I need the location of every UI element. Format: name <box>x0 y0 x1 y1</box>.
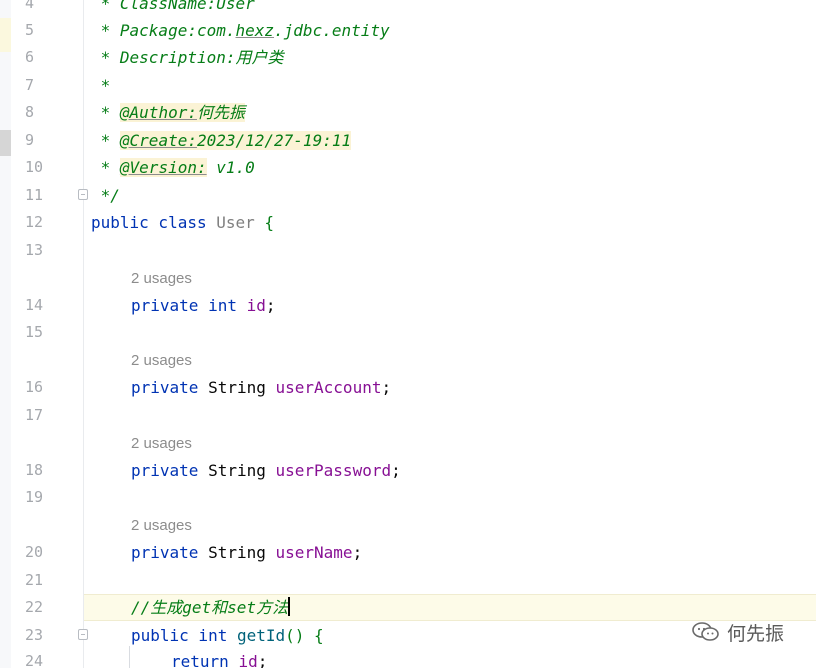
watermark: 何先振 <box>691 615 801 649</box>
watermark-text: 何先振 <box>727 623 785 645</box>
line-number-gutter: 4 5 6 7 8 9 10 11 12 13 14 15 16 17 18 1… <box>11 0 88 668</box>
line-number: 13 <box>25 241 44 259</box>
code-line-comment[interactable]: //生成get和set方法 <box>131 594 291 621</box>
code-line-comment[interactable]: * Package:com.hexz.jdbc.entity <box>91 17 390 44</box>
line-number: 6 <box>25 48 35 66</box>
code-line-field[interactable]: private int id; <box>131 292 276 319</box>
line-number: 20 <box>25 543 44 561</box>
line-number: 5 <box>25 21 35 39</box>
usages-inlay-hint[interactable]: 2 usages <box>131 430 192 457</box>
line-number: 10 <box>25 158 44 176</box>
text-cursor <box>288 597 291 616</box>
code-line-comment[interactable]: * ClassName:User <box>91 0 255 17</box>
code-line-method-declaration[interactable]: public int getId() { <box>131 622 324 649</box>
code-line-comment[interactable]: * <box>91 72 111 99</box>
line-number: 7 <box>25 76 35 94</box>
code-line-field[interactable]: private String userName; <box>131 539 362 566</box>
wechat-icon <box>691 621 721 643</box>
usages-inlay-hint[interactable]: 2 usages <box>131 512 192 539</box>
line-number: 15 <box>25 323 44 341</box>
line-number: 4 <box>25 0 35 12</box>
code-editor[interactable]: 4 5 6 7 8 9 10 11 12 13 14 15 16 17 18 1… <box>0 0 816 668</box>
code-line-comment[interactable]: * @Version: v1.0 <box>91 154 255 181</box>
indent-guide <box>129 646 130 668</box>
code-line-comment[interactable]: */ <box>91 182 120 209</box>
code-line-return[interactable]: return id; <box>171 648 267 668</box>
line-number: 19 <box>25 488 44 506</box>
code-line-class-declaration[interactable]: public class User { <box>91 209 274 236</box>
code-line-comment[interactable]: * @Create:2023/12/27-19:11 <box>91 127 352 154</box>
left-tool-strip <box>0 0 11 668</box>
code-line-field[interactable]: private String userAccount; <box>131 374 391 401</box>
code-line-field[interactable]: private String userPassword; <box>131 457 401 484</box>
line-number: 14 <box>25 296 44 314</box>
line-number: 22 <box>25 598 44 616</box>
fold-marker-icon[interactable] <box>78 189 88 200</box>
line-number: 16 <box>25 378 44 396</box>
line-number: 18 <box>25 461 44 479</box>
change-marker <box>0 18 11 52</box>
line-number: 11 <box>25 186 44 204</box>
scroll-marker <box>0 130 11 156</box>
code-line-comment[interactable]: * Description:用户类 <box>91 44 284 71</box>
usages-inlay-hint[interactable]: 2 usages <box>131 347 192 374</box>
code-line-comment[interactable]: * @Author:何先振 <box>91 99 245 126</box>
line-number: 8 <box>25 103 35 121</box>
line-number: 17 <box>25 406 44 424</box>
line-number: 9 <box>25 131 35 149</box>
line-number: 24 <box>25 652 44 668</box>
line-number: 12 <box>25 213 44 231</box>
fold-marker-icon[interactable] <box>78 629 88 640</box>
usages-inlay-hint[interactable]: 2 usages <box>131 265 192 292</box>
line-number: 21 <box>25 571 44 589</box>
line-number: 23 <box>25 626 44 644</box>
